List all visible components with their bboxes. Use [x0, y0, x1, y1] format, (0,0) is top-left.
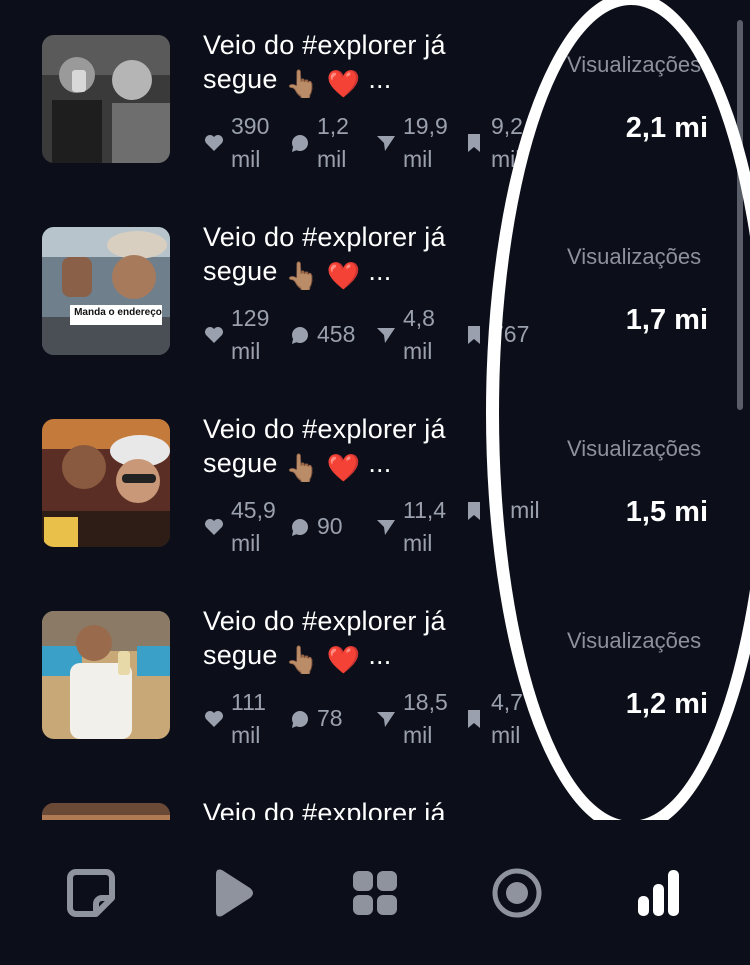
comments-count: 1,2 mil — [317, 113, 349, 172]
comment-icon — [289, 516, 311, 538]
likes-stat: 129 mil — [203, 302, 281, 368]
thumb-caption: Manda o endereço — [74, 307, 162, 318]
comments-count: 458 — [317, 321, 356, 347]
shares-stat: 4,8 mil — [375, 302, 453, 368]
post-list[interactable]: Veio do #explorer já segue 👆🏽 ❤️ ... 390… — [0, 0, 750, 820]
bookmark-icon — [463, 324, 485, 346]
comment-icon — [289, 324, 311, 346]
heart-icon — [203, 708, 225, 730]
likes-stat: 111 mil — [203, 686, 281, 752]
saves-count: 767 — [491, 321, 530, 347]
comments-stat: 1,2 mil — [289, 110, 367, 176]
shares-count: 11,4 mil — [403, 497, 447, 556]
grid-icon — [351, 869, 399, 922]
saves-count: 9,2 mil — [491, 113, 523, 172]
comments-stat: 78 — [289, 702, 367, 735]
likes-count: 390 mil — [231, 113, 270, 172]
post-title[interactable]: Veio do #explorer já — [203, 796, 503, 820]
views-value: 1,2 mi — [625, 688, 708, 720]
share-icon — [375, 324, 397, 346]
post-stats: 111 mil 78 18,5 mil 4,7 mil — [203, 686, 533, 756]
shares-stat: 18,5 mil — [375, 686, 453, 752]
comment-icon — [289, 132, 311, 154]
share-icon — [375, 132, 397, 154]
bottom-tab-bar — [0, 820, 750, 965]
views-value: 1,7 mi — [625, 304, 708, 336]
post-row[interactable]: Veio do #explorer já segue 👆🏽 ❤️ ... 390… — [0, 0, 750, 192]
post-title[interactable]: Veio do #explorer já segue 👆🏽 ❤️ ... — [203, 604, 503, 677]
analytics-screen: Veio do #explorer já segue 👆🏽 ❤️ ... 390… — [0, 0, 750, 965]
tab-videos[interactable] — [188, 860, 278, 930]
views-label: Visualizações — [567, 436, 702, 461]
comments-count: 78 — [317, 705, 343, 731]
saves-count: 4,7 mil — [491, 689, 523, 748]
post-thumbnail[interactable]: Manda o endereço — [42, 227, 170, 355]
likes-count: 129 mil — [231, 305, 270, 364]
play-icon — [210, 868, 256, 923]
saves-stat: 4,7 mil — [463, 686, 541, 752]
views-value: 2,1 mi — [625, 112, 708, 144]
post-title[interactable]: Veio do #explorer já segue 👆🏽 ❤️ ... — [203, 412, 503, 485]
likes-count: 111 mil — [231, 689, 266, 748]
tab-posts[interactable] — [46, 860, 136, 930]
tab-grid[interactable] — [330, 860, 420, 930]
post-thumbnail[interactable] — [42, 803, 170, 820]
shares-stat: 11,4 mil — [375, 494, 453, 560]
heart-icon — [203, 132, 225, 154]
post-row[interactable]: Veio do #explorer já segue 👆🏽 ❤️ ... 45,… — [0, 384, 750, 576]
likes-count: 45,9 mil — [231, 497, 276, 556]
comments-count: 90 — [317, 513, 343, 539]
target-icon — [491, 867, 543, 924]
shares-count: 4,8 mil — [403, 305, 435, 364]
share-icon — [375, 516, 397, 538]
post-stats: 390 mil 1,2 mil 19,9 mil 9,2 mil — [203, 110, 533, 180]
post-row[interactable]: Veio do #explorer já — [0, 768, 750, 820]
post-title[interactable]: Veio do #explorer já segue 👆🏽 ❤️ ... — [203, 28, 503, 101]
post-thumbnail[interactable] — [42, 35, 170, 163]
scrollbar[interactable] — [737, 20, 743, 410]
bookmark-icon — [463, 132, 485, 154]
shares-count: 18,5 mil — [403, 689, 448, 748]
views-value: 1,5 mi — [625, 496, 708, 528]
saves-stat: 767 — [463, 318, 541, 351]
post-stats: 45,9 mil 90 11,4 mil 3 mil — [203, 494, 540, 564]
tab-analytics[interactable] — [614, 860, 704, 930]
bookmark-icon — [463, 500, 485, 522]
note-icon — [66, 868, 116, 923]
comment-icon — [289, 708, 311, 730]
tab-live[interactable] — [472, 860, 562, 930]
likes-stat: 390 mil — [203, 110, 281, 176]
likes-stat: 45,9 mil — [203, 494, 281, 560]
post-title[interactable]: Veio do #explorer já segue 👆🏽 ❤️ ... — [203, 220, 503, 293]
views-label: Visualizações — [567, 52, 702, 77]
post-thumbnail[interactable] — [42, 419, 170, 547]
post-row[interactable]: Manda o endereço Veio do #explorer já se… — [0, 192, 750, 384]
post-thumbnail[interactable] — [42, 611, 170, 739]
heart-icon — [203, 324, 225, 346]
views-label: Visualizações — [567, 244, 702, 269]
shares-count: 19,9 mil — [403, 113, 448, 172]
saves-count: 3 mil — [491, 497, 540, 523]
saves-stat: 3 mil — [463, 494, 541, 527]
comments-stat: 458 — [289, 318, 367, 351]
heart-icon — [203, 516, 225, 538]
post-row[interactable]: Veio do #explorer já segue 👆🏽 ❤️ ... 111… — [0, 576, 750, 768]
views-label: Visualizações — [567, 628, 702, 653]
share-icon — [375, 708, 397, 730]
bookmark-icon — [463, 708, 485, 730]
shares-stat: 19,9 mil — [375, 110, 453, 176]
bar-chart-icon — [636, 868, 682, 923]
comments-stat: 90 — [289, 510, 367, 543]
post-stats: 129 mil 458 4,8 mil 767 — [203, 302, 533, 372]
saves-stat: 9,2 mil — [463, 110, 541, 176]
